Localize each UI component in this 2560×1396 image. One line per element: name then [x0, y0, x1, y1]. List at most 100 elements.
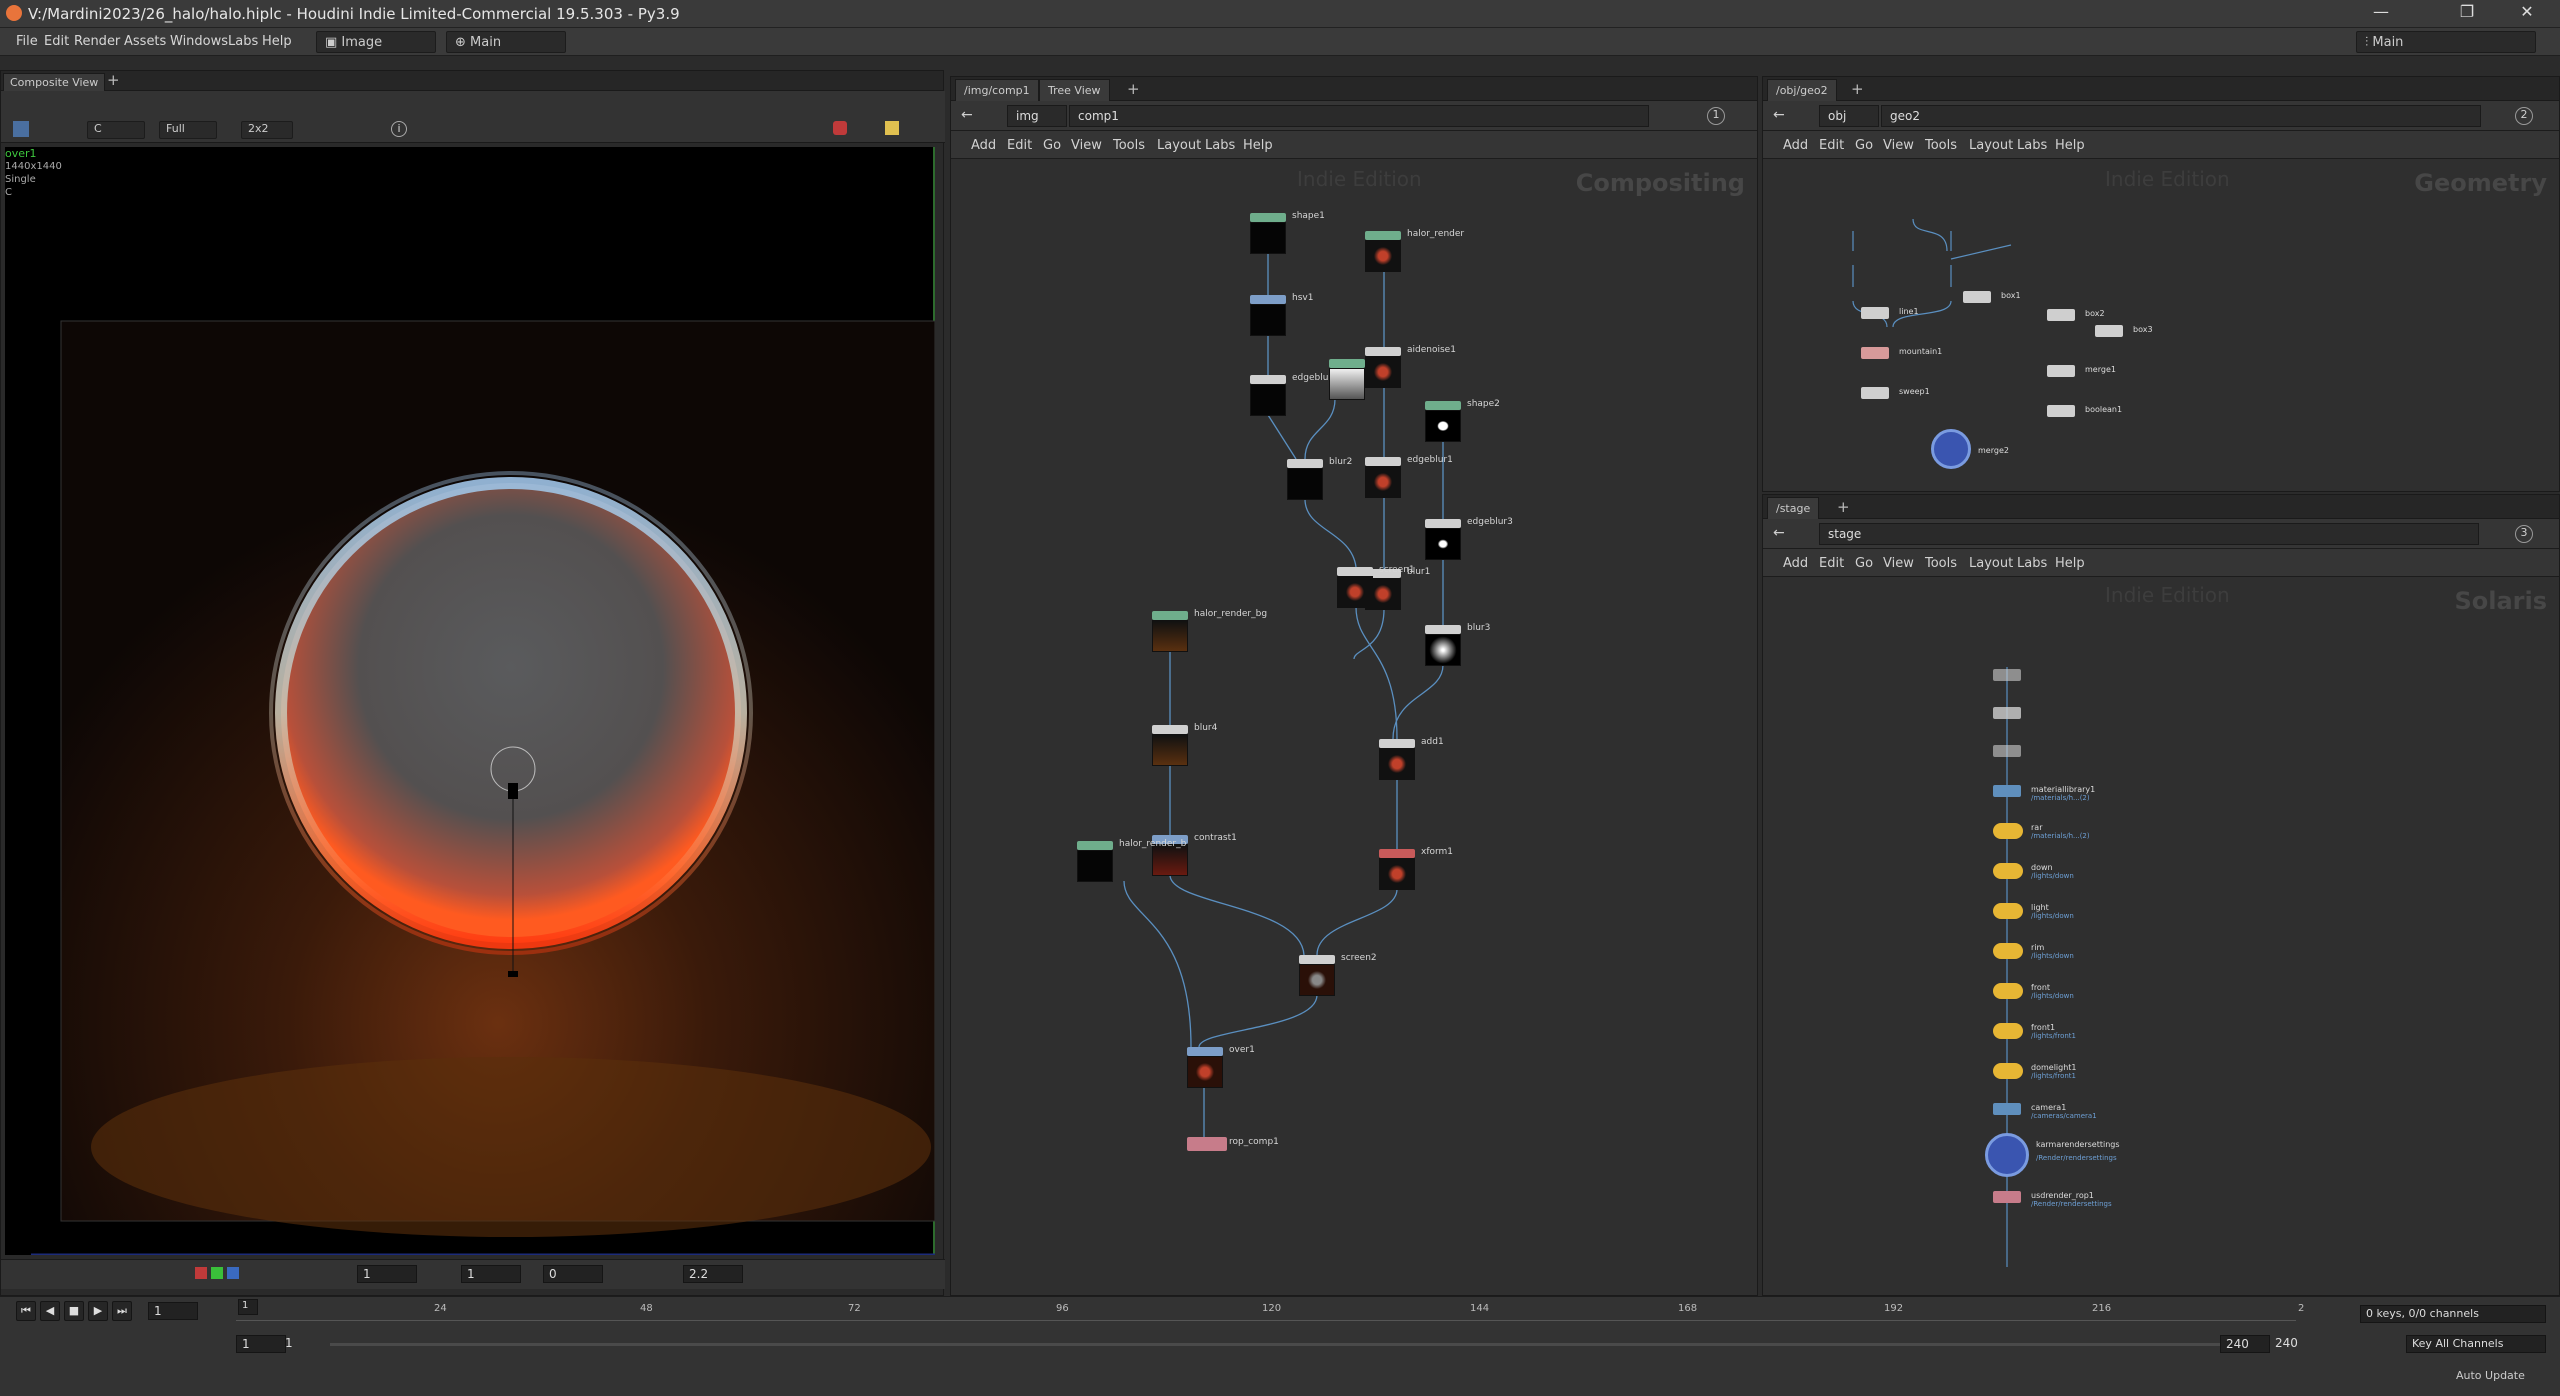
net-menu-tools[interactable]: Tools	[1113, 138, 1145, 153]
path-geo2[interactable]: geo2	[1881, 105, 2481, 127]
green-channel-icon[interactable]	[211, 1267, 223, 1279]
net-menu-edit[interactable]: Edit	[1007, 138, 1032, 153]
net-menu-labs[interactable]: Labs	[2017, 138, 2047, 153]
compositing-network-editor[interactable]: Indie Edition Compositing shape1 hsv1 ed…	[951, 159, 1757, 1295]
back-arrow-icon[interactable]: ←	[1773, 107, 1785, 123]
tab-img-comp1[interactable]: /img/comp1	[955, 79, 1039, 101]
add-tab-icon[interactable]: +	[1837, 498, 1850, 516]
path-stage[interactable]: stage	[1819, 523, 2479, 545]
net-menu-labs[interactable]: Labs	[2017, 556, 2047, 571]
net-menu-edit[interactable]: Edit	[1819, 138, 1844, 153]
net-menu-add[interactable]: Add	[1783, 556, 1808, 571]
geometry-network-editor[interactable]: Indie Edition Geometry line1 box1 box2 b…	[1763, 159, 2559, 491]
menu-help[interactable]: Help	[262, 34, 292, 49]
geo-node-line1[interactable]: line1	[1861, 307, 1919, 319]
stage-node-front1[interactable]: front1/lights/front1	[1993, 1023, 2076, 1040]
resolution-select[interactable]: Full	[159, 121, 217, 139]
net-menu-view[interactable]: View	[1883, 138, 1914, 153]
net-menu-tools[interactable]: Tools	[1925, 138, 1957, 153]
net-menu-labs[interactable]: Labs	[1205, 138, 1235, 153]
back-arrow-icon[interactable]: ←	[961, 107, 973, 123]
net-menu-view[interactable]: View	[1071, 138, 1102, 153]
net-menu-tools[interactable]: Tools	[1925, 556, 1957, 571]
geo-node-boolean1[interactable]: boolean1	[2047, 405, 2122, 417]
stage-node-down[interactable]: down/lights/down	[1993, 863, 2074, 880]
start-frame-field[interactable]: 1	[236, 1335, 286, 1353]
channel-select[interactable]: C	[87, 121, 145, 139]
geo-node-box2[interactable]: box2	[2047, 309, 2105, 321]
menu-render[interactable]: Render	[74, 34, 120, 49]
stage-node-usdrender-rop1[interactable]: usdrender_rop1/Render/rendersettings	[1993, 1191, 2112, 1208]
geo-node-sweep1[interactable]: sweep1	[1861, 387, 1930, 399]
menu-windows[interactable]: Windows	[170, 34, 228, 49]
key-mode-select[interactable]: Key All Channels	[2406, 1335, 2546, 1353]
tab-obj-geo2[interactable]: /obj/geo2	[1767, 79, 1837, 101]
red-channel-icon[interactable]	[195, 1267, 207, 1279]
stage-node-rim[interactable]: rim/lights/down	[1993, 943, 2074, 960]
add-tab-icon[interactable]: +	[1851, 80, 1864, 98]
pane-link-number[interactable]: 2	[2515, 107, 2533, 125]
stage-node-domelight1[interactable]: domelight1/lights/front1	[1993, 1063, 2077, 1080]
net-menu-layout[interactable]: Layout	[1969, 138, 2013, 153]
path-obj[interactable]: obj	[1819, 105, 1879, 127]
range-slider[interactable]	[330, 1343, 2220, 1346]
geo-node-merge1[interactable]: merge1	[2047, 365, 2116, 377]
end-frame-field[interactable]: 240	[2220, 1335, 2270, 1353]
stage-node-karmarendersettings[interactable]: karmarendersettings/Render/rendersetting…	[1985, 1133, 2120, 1177]
solaris-network-editor[interactable]: Indie Edition Solaris materiallibrary1/m…	[1763, 577, 2559, 1295]
pane-link-number[interactable]: 1	[1707, 107, 1725, 125]
menu-assets[interactable]: Assets	[124, 34, 166, 49]
net-menu-add[interactable]: Add	[971, 138, 996, 153]
viewer-field-2[interactable]: 1	[461, 1265, 521, 1283]
minimize-icon[interactable]: —	[2366, 2, 2396, 21]
stage-node-camera1[interactable]: camera1/cameras/camera1	[1993, 1103, 2097, 1120]
right-desktop-select[interactable]: ⫶ Main	[2356, 31, 2536, 53]
net-menu-help[interactable]: Help	[1243, 138, 1273, 153]
geo-node-mountain1[interactable]: mountain1	[1861, 347, 1942, 359]
timeline-ruler[interactable]: 1 24 48 72 96 120 144 168 192 216 2	[236, 1299, 2304, 1321]
geo-node-merge2[interactable]: merge2	[1931, 429, 2009, 469]
frame-marker[interactable]: 1	[238, 1299, 258, 1315]
stage-node-bypassed-1[interactable]	[1993, 669, 2021, 681]
net-menu-layout[interactable]: Layout	[1157, 138, 1201, 153]
stage-node-bypassed-3[interactable]	[1993, 745, 2021, 757]
display-icon[interactable]	[13, 121, 29, 137]
pane-link-number[interactable]: 3	[2515, 525, 2533, 543]
path-comp1[interactable]: comp1	[1069, 105, 1649, 127]
blue-channel-icon[interactable]	[227, 1267, 239, 1279]
info-icon[interactable]: i	[391, 121, 407, 137]
current-frame-field[interactable]: 1	[148, 1302, 198, 1320]
stage-node-rar[interactable]: rar/materials/h...(2)	[1993, 823, 2090, 840]
stage-node-front[interactable]: front/lights/down	[1993, 983, 2074, 1000]
maximize-icon[interactable]: ❐	[2452, 2, 2482, 21]
geo-node-box1[interactable]: box1	[1963, 291, 2021, 303]
stop-button[interactable]: ■	[64, 1301, 84, 1321]
menu-labs[interactable]: Labs	[228, 34, 258, 49]
gamma-field[interactable]: 2.2	[683, 1265, 743, 1283]
path-img[interactable]: img	[1007, 105, 1067, 127]
tab-stage[interactable]: /stage	[1767, 497, 1820, 519]
desktop-select[interactable]: ⊕ Main	[446, 31, 566, 53]
net-menu-layout[interactable]: Layout	[1969, 556, 2013, 571]
auto-update-label[interactable]: Auto Update	[2456, 1369, 2525, 1382]
net-menu-view[interactable]: View	[1883, 556, 1914, 571]
snapshot-icon[interactable]	[833, 121, 847, 135]
tab-tree-view[interactable]: Tree View	[1039, 79, 1110, 101]
jump-start-button[interactable]: ⏮	[16, 1301, 36, 1321]
geo-node-box3[interactable]: box3	[2095, 325, 2153, 337]
stage-node-light[interactable]: light/lights/down	[1993, 903, 2074, 920]
net-menu-go[interactable]: Go	[1043, 138, 1061, 153]
viewer-field-1[interactable]: 1	[357, 1265, 417, 1283]
net-menu-help[interactable]: Help	[2055, 556, 2085, 571]
grid-icon[interactable]	[885, 121, 899, 135]
desktop-type-select[interactable]: ▣ Image	[316, 31, 436, 53]
back-arrow-icon[interactable]: ←	[1773, 525, 1785, 541]
viewer-field-3[interactable]: 0	[543, 1265, 603, 1283]
viewport[interactable]: over1 1440x1440 Single C	[5, 147, 935, 1255]
zoom-mode-select[interactable]: 2x2	[241, 121, 293, 139]
net-menu-go[interactable]: Go	[1855, 556, 1873, 571]
net-menu-go[interactable]: Go	[1855, 138, 1873, 153]
end-frame-field-2[interactable]: 240	[2270, 1335, 2320, 1353]
net-menu-help[interactable]: Help	[2055, 138, 2085, 153]
tab-composite-view[interactable]: Composite View	[3, 73, 106, 91]
